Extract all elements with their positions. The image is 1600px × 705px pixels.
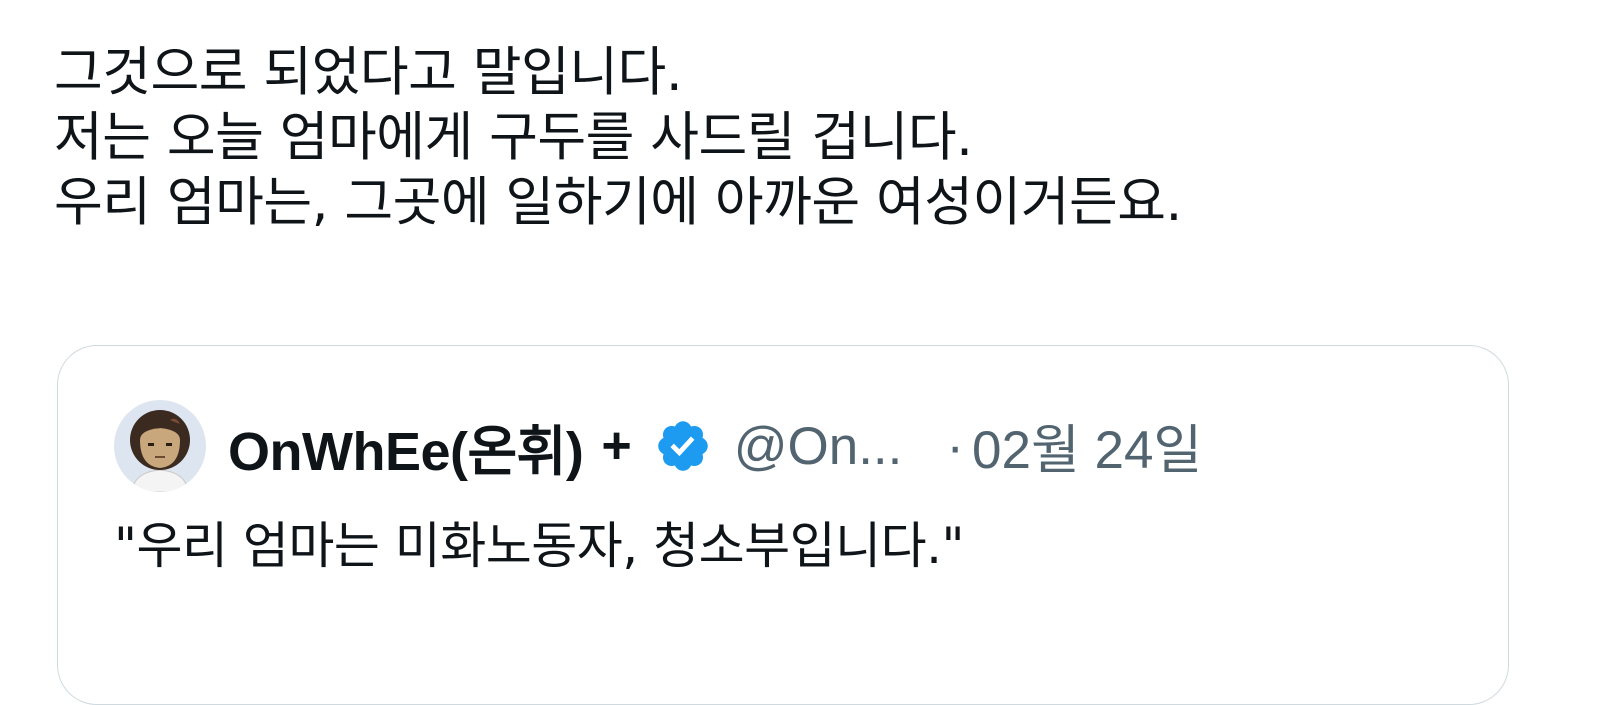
quoted-tweet-card[interactable]: OnWhEe(온휘) + @On... · 02월 24일 "우리 엄마는 미화…	[57, 345, 1509, 705]
verified-badge-icon	[654, 417, 712, 475]
tweet-text: 그것으로 되었다고 말입니다. 저는 오늘 엄마에게 구두를 사드릴 겁니다. …	[54, 40, 1554, 235]
display-name[interactable]: OnWhEe(온휘)	[228, 407, 584, 486]
dot-separator: ·	[946, 416, 965, 476]
tweet-date[interactable]: 02월 24일	[972, 408, 1202, 484]
user-handle[interactable]: @On...	[734, 416, 903, 477]
tweet-text-line-2: 저는 오늘 엄마에게 구두를 사드릴 겁니다.	[54, 107, 973, 168]
tweet-text-line-1: 그것으로 되었다고 말입니다.	[54, 42, 683, 103]
cartoon-avatar-icon	[114, 400, 206, 492]
quoted-tweet-header: OnWhEe(온휘) + @On... · 02월 24일	[114, 398, 1202, 494]
avatar[interactable]	[114, 400, 206, 492]
tweet-text-line-3: 우리 엄마는, 그곳에 일하기에 아까운 여성이거든요.	[54, 172, 1182, 233]
quoted-tweet-text: "우리 엄마는 미화노동자, 청소부입니다."	[114, 517, 964, 575]
plus-sign: +	[601, 417, 632, 475]
